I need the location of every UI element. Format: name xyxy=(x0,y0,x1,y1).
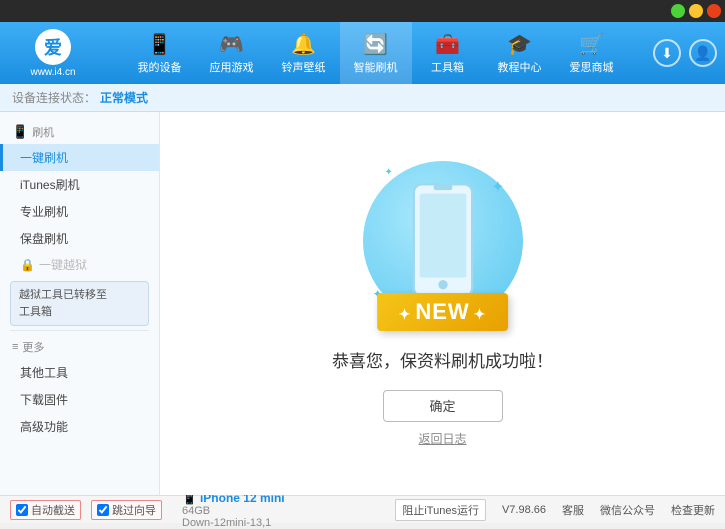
main-layout: 📱 刷机 一键刷机 iTunes刷机 专业刷机 保盘刷机 🔒 一键越狱 越狱工具… xyxy=(0,112,725,495)
sidebar-download-firmware[interactable]: 下载固件 xyxy=(0,386,159,413)
bottom-bar: 自动截送 跳过向导 📱 iPhone 12 mini 64GB Down-12m… xyxy=(0,495,725,523)
minimize-btn[interactable] xyxy=(671,4,685,18)
close-btn[interactable] xyxy=(707,4,721,18)
stop-itunes-btn[interactable]: 阻止iTunes运行 xyxy=(395,499,486,521)
advanced-label: 高级功能 xyxy=(20,420,68,434)
nav-bar: 📱 我的设备 🎮 应用游戏 🔔 铃声壁纸 🔄 智能刷机 🧰 工具箱 🎓 教程中心… xyxy=(98,22,653,84)
sparkle-2: ✦ xyxy=(385,167,393,178)
auto-send-input[interactable] xyxy=(16,504,28,516)
nav-smart-flash[interactable]: 🔄 智能刷机 xyxy=(340,22,412,84)
sidebar-one-key-jailbreak: 🔒 一键越狱 xyxy=(0,252,159,277)
sidebar-advanced[interactable]: 高级功能 xyxy=(0,413,159,440)
sidebar: 📱 刷机 一键刷机 iTunes刷机 专业刷机 保盘刷机 🔒 一键越狱 越狱工具… xyxy=(0,112,160,495)
store-icon: 🛒 xyxy=(579,32,604,57)
itunes-flash-label: iTunes刷机 xyxy=(20,178,80,192)
more-section-title: ≡ 更多 xyxy=(0,335,159,359)
new-badge: NEW xyxy=(377,293,509,331)
nav-ringtones-label: 铃声壁纸 xyxy=(282,59,326,75)
auto-send-checkbox[interactable]: 自动截送 xyxy=(10,500,81,520)
status-value: 正常模式 xyxy=(100,89,148,106)
sidebar-other-tools[interactable]: 其他工具 xyxy=(0,359,159,386)
lock-icon: 🔒 xyxy=(20,258,35,272)
tutorial-icon: 🎓 xyxy=(507,32,532,57)
nav-store[interactable]: 🛒 爱思商城 xyxy=(556,22,628,84)
sidebar-pro-flash[interactable]: 专业刷机 xyxy=(0,198,159,225)
title-bar xyxy=(0,0,725,22)
header: 爱 www.i4.cn 📱 我的设备 🎮 应用游戏 🔔 铃声壁纸 🔄 智能刷机 … xyxy=(0,22,725,84)
download-firmware-label: 下载固件 xyxy=(20,393,68,407)
maximize-btn[interactable] xyxy=(689,4,703,18)
sidebar-notice: 越狱工具已转移至工具箱 xyxy=(10,281,149,326)
status-label: 设备连接状态： xyxy=(12,89,96,106)
logo-icon: 爱 xyxy=(35,29,71,65)
flash-section-title: 📱 刷机 xyxy=(0,120,159,144)
wechat-link[interactable]: 微信公众号 xyxy=(600,502,655,518)
nav-right-area: ⬇ 👤 xyxy=(653,39,717,67)
content-area: ✦ ✦ ✦ NEW 恭喜您，保资料刷机成功啦！ 确定 返回日志 xyxy=(160,112,725,495)
toolbox-icon: 🧰 xyxy=(435,32,460,57)
skip-wizard-input[interactable] xyxy=(97,504,109,516)
flash-section-icon: 📱 xyxy=(12,124,28,140)
jailbreak-label: 一键越狱 xyxy=(39,256,87,273)
nav-toolbox[interactable]: 🧰 工具箱 xyxy=(412,22,484,84)
apps-games-icon: 🎮 xyxy=(219,32,244,57)
more-section-label: 更多 xyxy=(22,339,44,355)
skip-wizard-checkbox[interactable]: 跳过向导 xyxy=(91,500,162,520)
nav-my-device[interactable]: 📱 我的设备 xyxy=(124,22,196,84)
more-section-icon: ≡ xyxy=(12,341,18,353)
sparkle-1: ✦ xyxy=(491,177,504,197)
nav-store-label: 爱思商城 xyxy=(570,59,614,75)
phone-illustration: ✦ ✦ ✦ NEW xyxy=(363,161,523,321)
device-storage: 64GB xyxy=(182,505,285,517)
nav-ringtones[interactable]: 🔔 铃声壁纸 xyxy=(268,22,340,84)
skip-wizard-label: 跳过向导 xyxy=(112,502,156,518)
nav-apps-label: 应用游戏 xyxy=(210,59,254,75)
my-device-icon: 📱 xyxy=(147,32,172,57)
one-key-flash-label: 一键刷机 xyxy=(20,151,68,165)
sidebar-divider xyxy=(10,330,149,331)
download-btn[interactable]: ⬇ xyxy=(653,39,681,67)
ringtones-icon: 🔔 xyxy=(291,32,316,57)
customer-service-link[interactable]: 客服 xyxy=(562,502,584,518)
confirm-button[interactable]: 确定 xyxy=(383,390,503,422)
flash-section-label: 刷机 xyxy=(32,124,54,140)
nav-tutorial-label: 教程中心 xyxy=(498,59,542,75)
sidebar-one-key-flash[interactable]: 一键刷机 xyxy=(0,144,159,171)
status-bar: 设备连接状态： 正常模式 xyxy=(0,84,725,112)
smart-flash-icon: 🔄 xyxy=(363,32,388,57)
user-btn[interactable]: 👤 xyxy=(689,39,717,67)
logo-area: 爱 www.i4.cn xyxy=(8,29,98,78)
preserve-flash-label: 保盘刷机 xyxy=(20,232,68,246)
sidebar-itunes-flash[interactable]: iTunes刷机 xyxy=(0,171,159,198)
back-link[interactable]: 返回日志 xyxy=(418,430,466,447)
other-tools-label: 其他工具 xyxy=(20,366,68,380)
success-text: 恭喜您，保资料刷机成功啦！ xyxy=(332,347,553,372)
logo-url: www.i4.cn xyxy=(30,67,75,78)
check-update-link[interactable]: 检查更新 xyxy=(671,502,715,518)
sidebar-preserve-flash[interactable]: 保盘刷机 xyxy=(0,225,159,252)
nav-my-device-label: 我的设备 xyxy=(138,59,182,75)
pro-flash-label: 专业刷机 xyxy=(20,205,68,219)
auto-send-label: 自动截送 xyxy=(31,502,75,518)
phone-svg xyxy=(408,182,478,299)
nav-smart-flash-label: 智能刷机 xyxy=(354,59,398,75)
version-text: V7.98.66 xyxy=(502,504,546,516)
nav-toolbox-label: 工具箱 xyxy=(431,59,464,75)
nav-apps-games[interactable]: 🎮 应用游戏 xyxy=(196,22,268,84)
nav-tutorial[interactable]: 🎓 教程中心 xyxy=(484,22,556,84)
bottom-right: 阻止iTunes运行 V7.98.66 客服 微信公众号 检查更新 xyxy=(395,499,715,521)
